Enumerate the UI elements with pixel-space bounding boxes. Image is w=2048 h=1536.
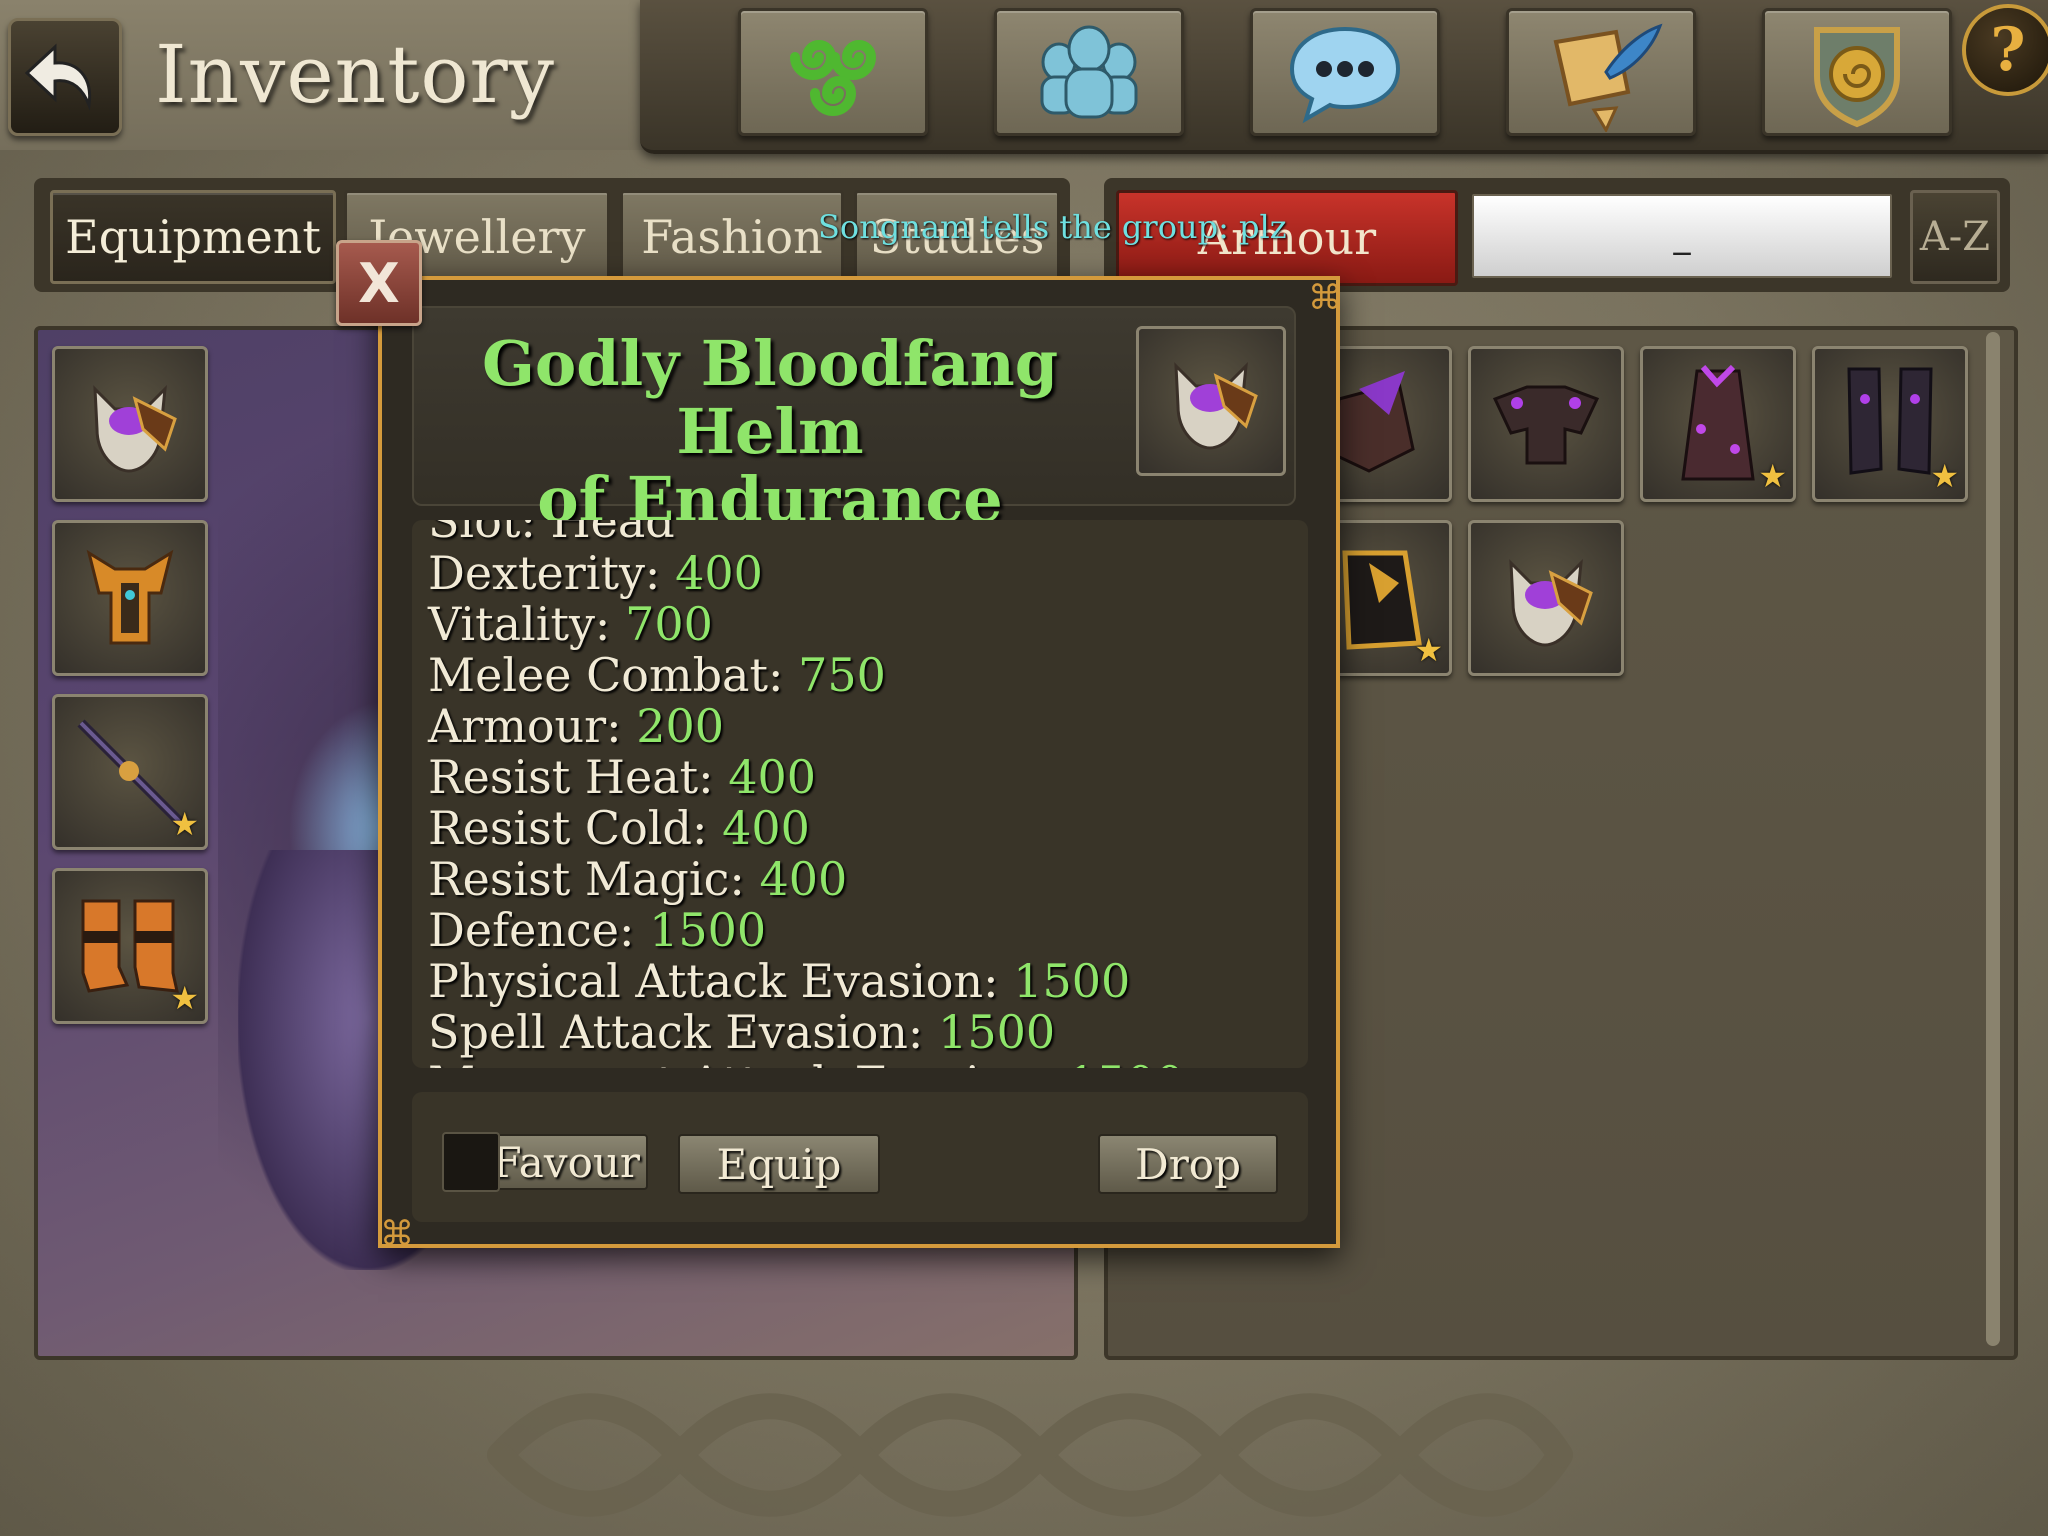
help-button[interactable]: ? (1962, 4, 2048, 96)
tab-equipment[interactable]: Equipment (50, 190, 336, 284)
equipped-slot-weapon[interactable]: ★ (52, 694, 208, 850)
celtic-knot-ornament (487, 1393, 1573, 1517)
helm-icon (93, 384, 177, 473)
green-spiral-icon (790, 40, 877, 116)
back-button[interactable] (8, 18, 122, 136)
star-icon: ★ (1758, 457, 1787, 495)
stat-movement-evasion: Movement Attack Evasion: 1500 (428, 1056, 1184, 1068)
star-icon: ★ (170, 979, 199, 1017)
back-arrow-icon (24, 43, 92, 111)
group-chat-message: Songnam tells the group: plz (818, 208, 1287, 246)
item-stats-list[interactable]: Slot: Head Dexterity: 400 Vitality: 700 … (412, 520, 1308, 1068)
dark-chest-armor-icon (1492, 385, 1600, 465)
star-icon: ★ (1930, 457, 1959, 495)
question-mark-icon: ? (1990, 15, 2026, 85)
close-popup-button[interactable]: X (336, 240, 422, 326)
equipped-slot-head[interactable] (52, 346, 208, 502)
page-title: Inventory (155, 28, 555, 121)
stat-resist-cold: Resist Cold: 400 (428, 801, 810, 855)
item-name: Godly Bloodfang Helm of Endurance (481, 327, 1059, 536)
search-input[interactable] (1472, 194, 1892, 278)
drop-button[interactable]: Drop (1098, 1134, 1278, 1194)
scroll-quill-icon (1553, 23, 1663, 132)
nav-button-chat[interactable] (1250, 8, 1440, 136)
equip-button[interactable]: Equip (678, 1134, 880, 1194)
helm-icon (1174, 361, 1258, 450)
inventory-item[interactable]: ★ (1640, 346, 1796, 502)
stat-dexterity: Dexterity: 400 (428, 546, 763, 600)
corner-ornament-icon: ⌘ (1308, 278, 1342, 318)
stat-resist-magic: Resist Magic: 400 (428, 852, 848, 906)
stat-resist-heat: Resist Heat: 400 (428, 750, 817, 804)
golden-armor-icon (86, 549, 174, 645)
stat-melee-combat: Melee Combat: 750 (428, 648, 886, 702)
equipped-slot-feet[interactable]: ★ (52, 868, 208, 1024)
close-icon: X (358, 251, 400, 315)
stat-defence: Defence: 1500 (428, 903, 767, 957)
guild-shield-icon (1814, 27, 1900, 128)
item-thumbnail (1136, 326, 1286, 476)
inventory-scrollbar[interactable] (1986, 332, 2000, 1346)
inventory-item[interactable]: ★ (1812, 346, 1968, 502)
stat-physical-evasion: Physical Attack Evasion: 1500 (428, 954, 1131, 1008)
inventory-item[interactable] (1468, 346, 1624, 502)
nav-button-social[interactable] (994, 8, 1184, 136)
stat-armour: Armour: 200 (428, 699, 725, 753)
nav-button-quests[interactable] (1506, 8, 1696, 136)
favour-checkbox[interactable] (442, 1132, 500, 1192)
sort-az-button[interactable]: A-Z (1910, 190, 2000, 284)
equipped-slot-chest[interactable] (52, 520, 208, 676)
group-icon (1040, 25, 1138, 119)
nav-button-guild[interactable] (1762, 8, 1952, 136)
stat-vitality: Vitality: 700 (428, 597, 713, 651)
corner-ornament-icon: ⌘ (380, 1214, 414, 1254)
helm-icon (1509, 558, 1593, 647)
inventory-item-selected-helm[interactable] (1468, 520, 1624, 676)
stat-spell-evasion: Spell Attack Evasion: 1500 (428, 1005, 1056, 1059)
nav-button-skills[interactable] (738, 8, 928, 136)
favour-label: Favour (492, 1137, 640, 1187)
tab-fashion[interactable]: Fashion (620, 190, 844, 284)
star-icon: ★ (170, 805, 199, 843)
star-icon: ★ (1414, 631, 1443, 669)
chat-bubble-icon (1289, 26, 1401, 124)
stat-slot: Slot: Head (428, 520, 675, 548)
